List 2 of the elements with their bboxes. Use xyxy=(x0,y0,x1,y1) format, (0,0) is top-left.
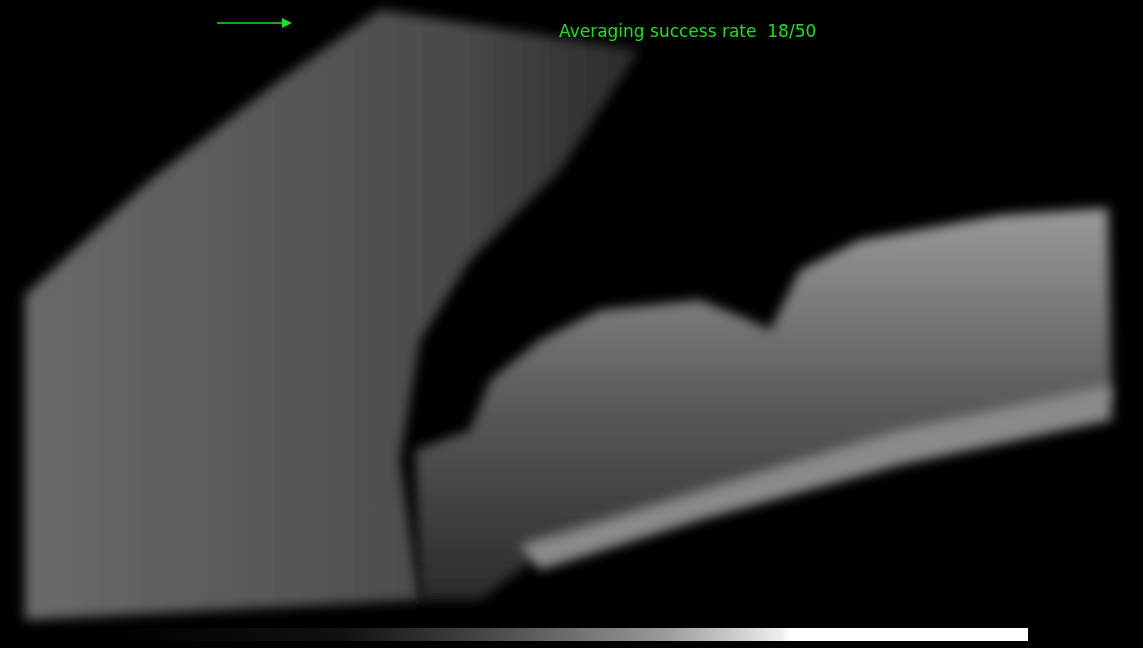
averaging-rate-label: Averaging success rate 18/50 xyxy=(559,20,817,42)
arrow-icon xyxy=(216,18,292,28)
